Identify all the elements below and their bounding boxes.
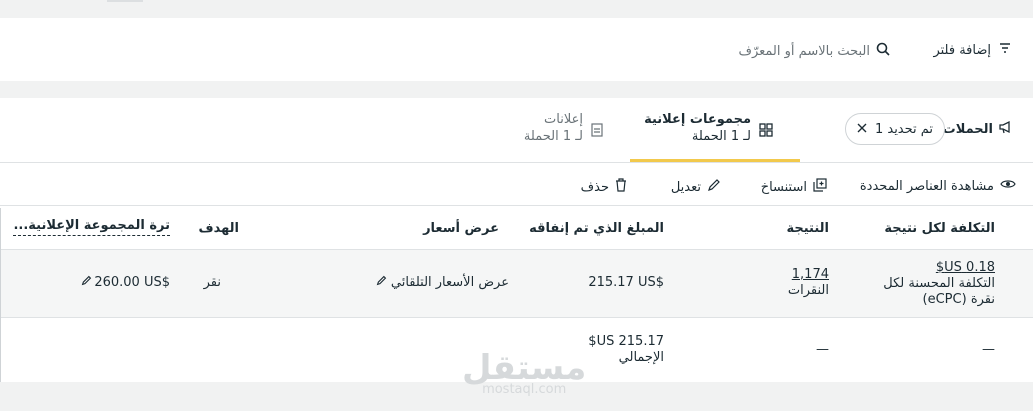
total-cost: —: [982, 342, 995, 357]
search-placeholder: البحث بالاسم أو المعرّف: [738, 43, 871, 59]
top-strip-mark: [107, 0, 143, 2]
selection-chip-label: تم تحديد 1: [874, 121, 934, 137]
result-value[interactable]: 1,174: [788, 267, 829, 283]
tab-ad-sets-subtitle: لـ 1 الحملة: [691, 129, 751, 144]
tab-campaigns[interactable]: الحملات: [943, 120, 1013, 138]
tabs-divider: [0, 162, 1033, 163]
edit-button[interactable]: تعديل: [671, 178, 721, 196]
tab-ad-sets[interactable]: مجموعات إعلانية لـ 1 الحملة: [644, 112, 773, 144]
result-label: النقرات: [787, 283, 829, 298]
search-input[interactable]: البحث بالاسم أو المعرّف: [739, 42, 891, 60]
top-strip: [0, 0, 1033, 18]
trash-icon: [615, 178, 627, 196]
delete-button[interactable]: حذف: [581, 178, 627, 196]
column-budget[interactable]: ...ترة المجموعة الإعلانية: [13, 218, 170, 236]
delete-label: حذف: [580, 179, 609, 195]
budget-cell[interactable]: 260.00 US$: [81, 275, 170, 290]
table-row[interactable]: 0.18 US$ التكلفة المحسنة لكل نقرة (eCPC)…: [0, 250, 1033, 317]
total-amount-cell: 215.17 US$ الإجمالي: [588, 334, 664, 366]
row-divider: [0, 317, 1033, 318]
grid-icon: [759, 122, 773, 141]
column-result[interactable]: النتيجة: [786, 221, 829, 236]
view-selected-label: مشاهدة العناصر المحددة: [859, 178, 994, 194]
selection-chip[interactable]: تم تحديد 1: [845, 113, 945, 145]
cost-value[interactable]: 0.18 US$: [875, 260, 995, 276]
filter-bar: إضافة فلتر البحث بالاسم أو المعرّف: [0, 18, 1033, 81]
goal-cell: نقر: [203, 275, 221, 290]
edit-label: تعديل: [670, 179, 701, 195]
close-icon[interactable]: [857, 122, 867, 137]
view-selected-button[interactable]: مشاهدة العناصر المحددة: [860, 178, 1016, 194]
cost-label: التكلفة المحسنة لكل نقرة (eCPC): [883, 276, 995, 307]
budget-value: 260.00 US$: [94, 275, 170, 290]
tab-campaigns-label: الحملات: [942, 121, 993, 137]
column-goal[interactable]: الهدف: [198, 221, 239, 236]
duplicate-button[interactable]: استنساخ: [761, 178, 827, 196]
total-amount: 215.17 US$: [588, 334, 664, 349]
left-edge-divider: [0, 208, 1, 382]
tab-ads-subtitle: لـ 1 الحملة: [523, 129, 583, 144]
watermark: مستقل mostaql.com: [462, 350, 586, 397]
total-result: —: [816, 342, 829, 357]
result-cell: 1,174 النقرات: [788, 267, 829, 299]
cost-cell: 0.18 US$ التكلفة المحسنة لكل نقرة (eCPC): [875, 260, 995, 308]
bid-value: عرض الأسعار التلقائي: [390, 275, 509, 290]
ad-icon: [591, 122, 603, 141]
column-amount-spent[interactable]: المبلغ الذي تم إنفاقه: [529, 221, 664, 236]
total-amount-label: الإجمالي: [618, 350, 664, 365]
pencil-icon[interactable]: [376, 275, 387, 290]
tab-ads[interactable]: إعلانات لـ 1 الحملة: [524, 112, 603, 144]
add-filter-button[interactable]: إضافة فلتر: [933, 42, 1011, 58]
watermark-logo: مستقل: [462, 348, 587, 388]
main-panel: الحملات تم تحديد 1 مجموعات إعلانية لـ 1 …: [0, 98, 1033, 382]
amount-cell: 215.17 US$: [588, 275, 664, 290]
tab-ad-sets-title: مجموعات إعلانية: [644, 112, 751, 127]
toolbar-divider: [0, 205, 1033, 206]
megaphone-icon: [999, 120, 1013, 138]
add-filter-label: إضافة فلتر: [933, 42, 991, 58]
tab-ads-title: إعلانات: [544, 112, 583, 127]
pencil-icon[interactable]: [81, 275, 92, 290]
column-cost-per-result[interactable]: التكلفة لكل نتيجة: [884, 221, 995, 236]
duplicate-icon: [813, 178, 827, 196]
search-icon: [876, 42, 890, 60]
duplicate-label: استنساخ: [760, 179, 807, 195]
bid-cell[interactable]: عرض الأسعار التلقائي: [376, 275, 509, 290]
eye-icon: [1000, 178, 1016, 194]
filter-icon: [999, 42, 1011, 58]
pencil-icon: [707, 178, 721, 196]
column-bid[interactable]: عرض أسعار: [423, 221, 499, 236]
